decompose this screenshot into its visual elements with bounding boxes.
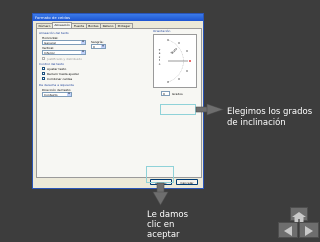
callout-line: Le damos bbox=[147, 210, 189, 220]
right-arrow-icon bbox=[195, 103, 224, 116]
home-button[interactable] bbox=[290, 207, 308, 222]
ok-callout: Le damos clic en aceptar bbox=[147, 210, 188, 240]
previous-icon bbox=[284, 226, 292, 236]
callout-line: de inclinación bbox=[227, 118, 286, 128]
callout-line: clic en bbox=[147, 220, 175, 230]
degrees-callout: Elegimos los grados de inclinación bbox=[227, 107, 312, 129]
next-slide-button[interactable] bbox=[299, 222, 319, 238]
next-icon bbox=[305, 226, 313, 236]
previous-slide-button[interactable] bbox=[278, 222, 298, 238]
callout-line: Elegimos los grados bbox=[227, 107, 313, 117]
callout-line: aceptar bbox=[147, 230, 180, 240]
down-arrow-icon bbox=[152, 182, 169, 206]
